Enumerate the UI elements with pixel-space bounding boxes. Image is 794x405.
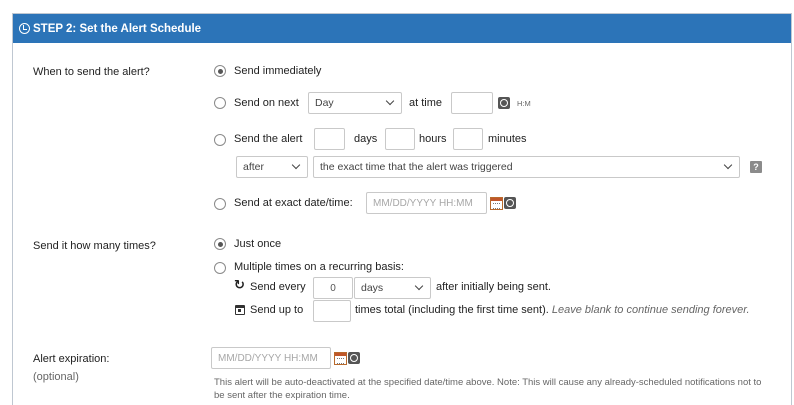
- send-up-to-label: Send up to: [250, 304, 304, 316]
- relative-to-select[interactable]: the exact time that the alert was trigge…: [313, 156, 740, 178]
- after-sent-label: after initially being sent.: [436, 281, 551, 293]
- send-on-next-label: Send on next: [234, 97, 299, 109]
- calendar-icon[interactable]: [490, 197, 503, 210]
- days-input[interactable]: [314, 128, 345, 150]
- clock-picker-icon[interactable]: [504, 197, 516, 209]
- relation-value: after: [243, 161, 265, 173]
- hm-hint: H:M: [517, 99, 531, 108]
- chevron-down-icon: [414, 281, 424, 291]
- relative-to-value: the exact time that the alert was trigge…: [320, 161, 513, 173]
- calendar-small-icon: [235, 305, 245, 315]
- clock-picker-icon[interactable]: [348, 352, 360, 364]
- send-relative-label: Send the alert: [234, 133, 303, 145]
- days-label: days: [354, 133, 378, 145]
- times-total-label: times total (including the first time se…: [355, 304, 750, 316]
- calendar-icon[interactable]: [334, 352, 347, 365]
- radio-send-on-next[interactable]: [214, 97, 226, 109]
- just-once-label: Just once: [234, 238, 282, 250]
- chevron-down-icon: [291, 160, 301, 170]
- step-header: STEP 2: Set the Alert Schedule: [13, 14, 791, 43]
- chevron-down-icon: [723, 160, 733, 170]
- radio-send-exact[interactable]: [214, 198, 226, 210]
- up-to-input[interactable]: [313, 300, 351, 322]
- send-every-label: Send every: [250, 281, 306, 293]
- expiration-label: Alert expiration:: [33, 353, 110, 365]
- send-exact-label: Send at exact date/time:: [234, 197, 353, 209]
- next-unit-value: Day: [315, 97, 334, 109]
- clock-picker-icon[interactable]: [498, 97, 510, 109]
- times-total-text: times total (including the first time se…: [355, 304, 549, 316]
- every-unit-value: days: [361, 282, 384, 294]
- send-immediately-label: Send immediately: [234, 65, 322, 77]
- optional-label: (optional): [33, 371, 79, 383]
- relation-select[interactable]: after: [236, 156, 308, 178]
- expiration-note: This alert will be auto-deactivated at t…: [214, 377, 762, 401]
- radio-send-immediately[interactable]: [214, 65, 226, 77]
- minutes-label: minutes: [488, 133, 527, 145]
- chevron-down-icon: [385, 96, 395, 106]
- help-icon[interactable]: ?: [750, 161, 762, 173]
- radio-just-once[interactable]: [214, 238, 226, 250]
- forever-hint: Leave blank to continue sending forever.: [551, 304, 750, 316]
- multiple-times-label: Multiple times on a recurring basis:: [234, 261, 404, 273]
- clock-icon: [19, 23, 30, 34]
- exact-datetime-input[interactable]: MM/DD/YYYY HH:MM: [366, 192, 487, 214]
- radio-send-relative[interactable]: [214, 134, 226, 146]
- expiration-input[interactable]: MM/DD/YYYY HH:MM: [211, 347, 331, 369]
- minutes-input[interactable]: [453, 128, 483, 150]
- at-time-label: at time: [409, 97, 443, 109]
- redo-icon: ↻: [234, 277, 245, 292]
- time-input[interactable]: [451, 92, 493, 114]
- step-title: STEP 2: Set the Alert Schedule: [33, 22, 202, 35]
- when-label: When to send the alert?: [33, 66, 150, 78]
- times-label: Send it how many times?: [33, 240, 156, 252]
- hours-input[interactable]: [385, 128, 415, 150]
- hours-label: hours: [419, 133, 447, 145]
- next-unit-select[interactable]: Day: [308, 92, 402, 114]
- every-unit-select[interactable]: days: [354, 277, 431, 299]
- every-value-input[interactable]: 0: [313, 277, 353, 299]
- radio-multiple-times[interactable]: [214, 262, 226, 274]
